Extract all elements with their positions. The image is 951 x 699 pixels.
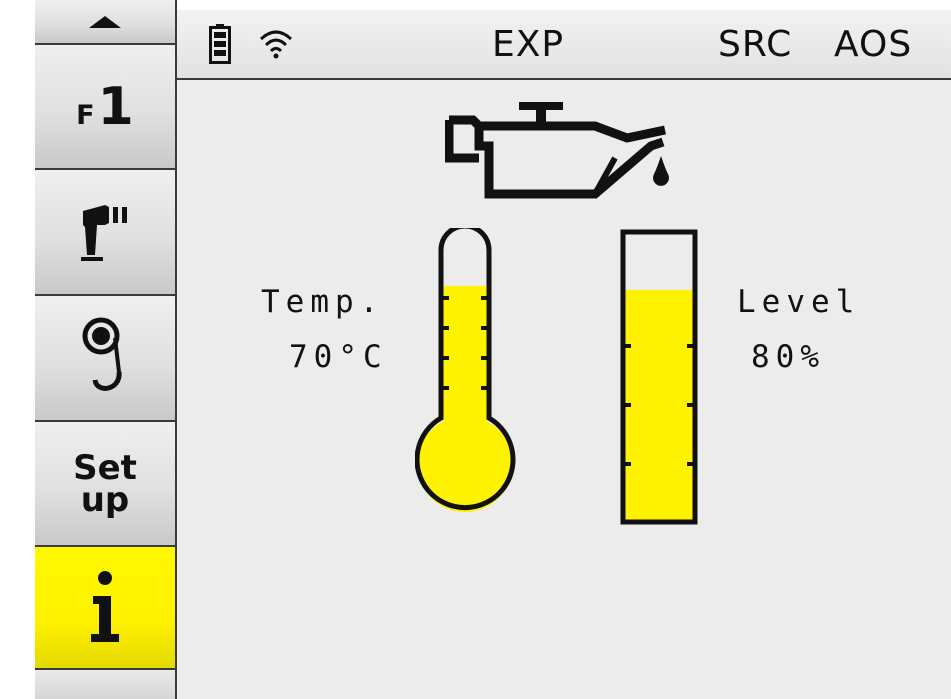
src-indicator: SRC [718, 24, 793, 65]
level-value: 80% [751, 339, 825, 375]
f1-number: 1 [97, 76, 134, 137]
pipe-tool-icon [81, 205, 127, 261]
info-icon [91, 570, 119, 642]
mode-indicator: EXP [492, 24, 565, 65]
f1-button[interactable]: F 1 [35, 45, 177, 170]
wifi-icon [259, 30, 293, 59]
battery-icon [209, 24, 231, 64]
setup-label: Set up [73, 447, 137, 520]
temperature-value: 70°C [289, 339, 388, 375]
winch-hook-button[interactable] [35, 296, 177, 422]
setup-label-line1: Set [73, 447, 137, 488]
level-fill [623, 290, 695, 522]
triangle-up-icon [89, 15, 121, 28]
f1-prefix: F [76, 99, 95, 131]
setup-label-line2: up [80, 479, 130, 520]
info-button[interactable] [35, 547, 177, 670]
sidebar: F 1 Set up [35, 0, 177, 699]
sidebar-bottom-strip [35, 670, 177, 699]
status-bar: EXP SRC AOS [177, 10, 951, 80]
aos-indicator: AOS [834, 24, 913, 65]
temperature-label: Temp. [261, 284, 385, 320]
oil-status-panel: Temp. 70°C Level 80% [177, 80, 951, 699]
level-gauge [620, 229, 698, 525]
thermometer-gauge [415, 228, 516, 512]
scroll-up-button[interactable] [35, 0, 177, 45]
winch-hook-icon [82, 317, 122, 391]
f1-label: F 1 [76, 81, 134, 133]
level-label: Level [737, 284, 861, 320]
pipe-tool-button[interactable] [35, 170, 177, 296]
setup-button[interactable]: Set up [35, 422, 177, 547]
oil-can-icon [445, 102, 669, 199]
